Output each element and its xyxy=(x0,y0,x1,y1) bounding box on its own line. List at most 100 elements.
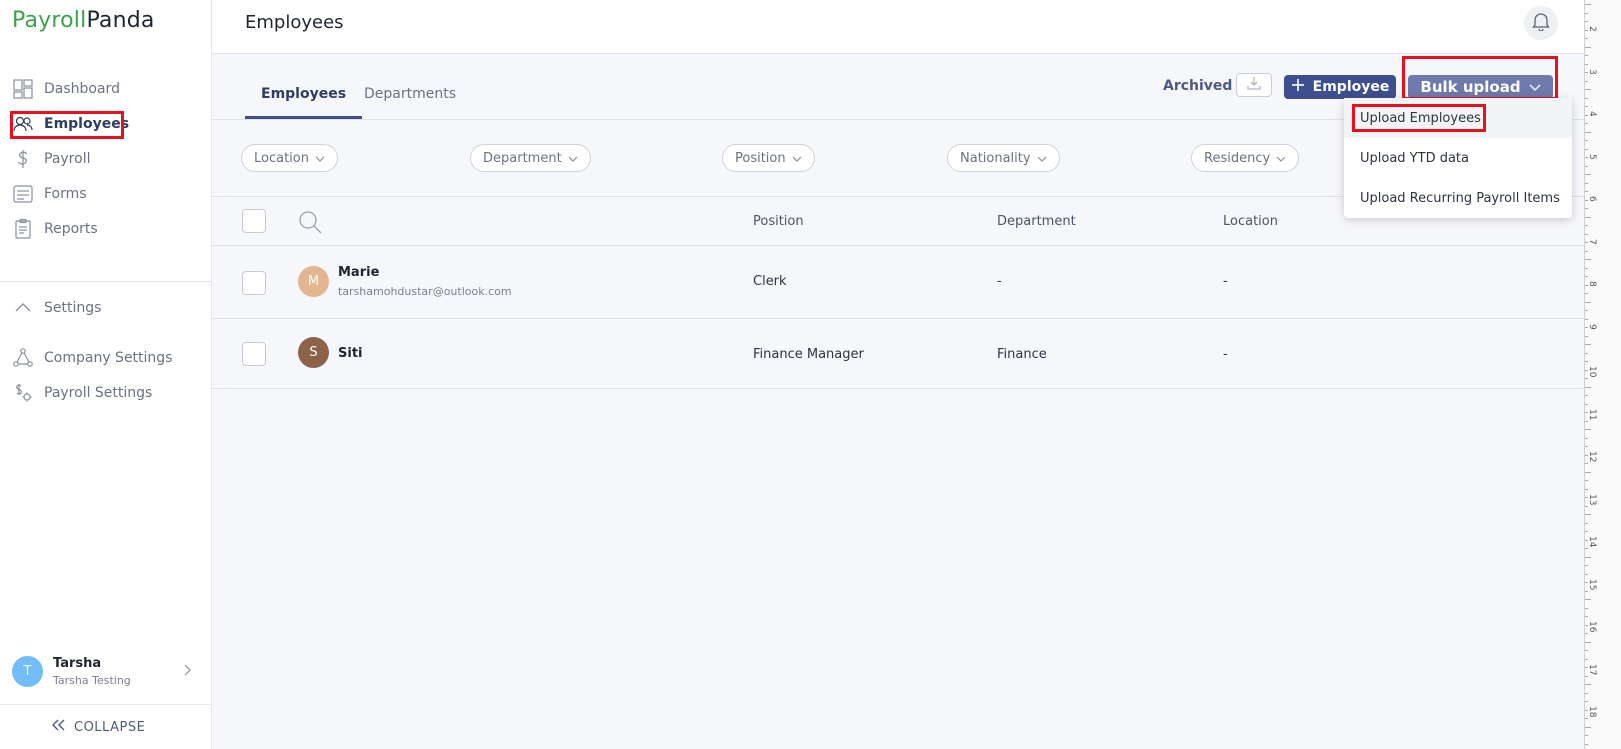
ruler-tick xyxy=(1585,573,1588,575)
employee-position: Finance Manager xyxy=(753,347,864,362)
collapse-button[interactable]: COLLAPSE xyxy=(52,719,145,735)
avatar: S xyxy=(298,337,329,368)
table-row[interactable]: M Marie tarshamohdustar@outlook.com Cler… xyxy=(212,246,1584,319)
ruler-tick xyxy=(1585,361,1588,362)
menu-item-upload-ytd[interactable]: Upload YTD data xyxy=(1344,138,1572,178)
ruler-tick xyxy=(1585,327,1588,328)
ruler-tick xyxy=(1585,89,1591,90)
employee-name[interactable]: Marie xyxy=(338,265,379,280)
ruler-tick xyxy=(1585,514,1591,515)
ruler-label: 10 xyxy=(1587,366,1597,378)
tab-departments[interactable]: Departments xyxy=(364,86,456,116)
ruler-tick xyxy=(1585,29,1588,31)
sidebar-item-dashboard[interactable]: Dashboard xyxy=(12,76,120,102)
filter-position[interactable]: Position xyxy=(722,144,815,172)
ruler-tick xyxy=(1585,191,1588,192)
ruler-tick xyxy=(1585,701,1588,702)
sidebar-item-label: Forms xyxy=(44,186,87,202)
menu-item-label: Upload YTD data xyxy=(1360,150,1469,166)
row-checkbox[interactable] xyxy=(242,271,266,295)
forms-icon xyxy=(12,183,34,205)
ruler-tick xyxy=(1585,140,1588,141)
ruler-tick xyxy=(1585,429,1591,430)
sidebar-item-label: Dashboard xyxy=(44,81,120,97)
ruler-tick xyxy=(1585,599,1591,600)
ruler-tick xyxy=(1585,726,1591,728)
dashboard-icon xyxy=(12,78,34,100)
ruler-tick xyxy=(1585,344,1591,345)
filter-label: Department xyxy=(483,150,562,166)
notifications-button[interactable] xyxy=(1524,6,1558,40)
sidebar-item-reports[interactable]: Reports xyxy=(12,216,98,242)
ruler-label: 5 xyxy=(1587,153,1597,160)
column-header-position[interactable]: Position xyxy=(753,214,804,229)
search-icon[interactable] xyxy=(297,209,323,239)
menu-item-upload-recurring[interactable]: Upload Recurring Payroll Items xyxy=(1344,178,1572,218)
logo-part1: Payroll xyxy=(12,8,87,33)
ruler-tick xyxy=(1585,208,1588,209)
ruler-tick xyxy=(1585,267,1588,269)
double-chevron-left-icon xyxy=(52,719,66,735)
select-all-checkbox[interactable] xyxy=(242,209,266,233)
ruler-tick xyxy=(1585,46,1591,48)
column-header-location[interactable]: Location xyxy=(1223,214,1278,229)
archived-link[interactable]: Archived xyxy=(1163,78,1232,94)
filter-department[interactable]: Department xyxy=(470,144,591,172)
ruler-label: 14 xyxy=(1587,536,1597,548)
employee-location: - xyxy=(1223,347,1228,362)
sidebar-item-payroll[interactable]: Payroll xyxy=(12,146,90,172)
tab-employees[interactable]: Employees xyxy=(245,86,363,119)
ruler-tick xyxy=(1585,242,1588,243)
sidebar-divider xyxy=(0,281,212,282)
sidebar-item-company-settings[interactable]: Company Settings xyxy=(12,345,172,371)
column-header-department[interactable]: Department xyxy=(997,214,1076,229)
ruler-tick xyxy=(1585,259,1591,260)
ruler-tick xyxy=(1585,12,1588,14)
ruler-tick xyxy=(1585,123,1588,124)
ruler-tick xyxy=(1585,675,1588,677)
chevron-down-icon xyxy=(1276,151,1286,166)
employee-name[interactable]: Siti xyxy=(338,346,363,361)
app-logo[interactable]: PayrollPanda xyxy=(12,8,155,33)
ruler-tick xyxy=(1585,114,1588,116)
ruler-tick xyxy=(1585,497,1588,498)
employee-department: - xyxy=(997,274,1002,289)
ruler-tick xyxy=(1585,199,1588,201)
ruler-label: 8 xyxy=(1587,281,1597,287)
ruler-tick xyxy=(1585,395,1588,396)
row-checkbox[interactable] xyxy=(242,342,266,366)
ruler-tick xyxy=(1585,165,1588,167)
ruler-tick xyxy=(1585,667,1588,668)
chevron-up-icon xyxy=(12,297,34,319)
sidebar-item-label: Company Settings xyxy=(44,350,173,366)
download-button[interactable] xyxy=(1236,73,1272,97)
ruler-tick xyxy=(1585,539,1588,541)
chevron-right-icon xyxy=(182,662,192,681)
ruler-tick xyxy=(1585,446,1588,447)
ruler-tick xyxy=(1585,480,1588,481)
menu-item-label: Upload Recurring Payroll Items xyxy=(1360,190,1560,206)
sidebar-item-payroll-settings[interactable]: Payroll Settings xyxy=(12,380,152,406)
highlight-bulk-upload xyxy=(1402,56,1558,100)
add-employee-button[interactable]: Employee xyxy=(1284,75,1396,99)
table-row[interactable]: S Siti Finance Manager Finance - xyxy=(212,319,1584,389)
filter-label: Residency xyxy=(1204,150,1271,166)
filter-residency[interactable]: Residency xyxy=(1191,144,1300,172)
sidebar-item-forms[interactable]: Forms xyxy=(12,181,87,207)
ruler-label: 6 xyxy=(1587,196,1597,202)
collapse-label: COLLAPSE xyxy=(74,719,146,735)
filter-nationality[interactable]: Nationality xyxy=(947,144,1060,172)
ruler-label: 11 xyxy=(1587,408,1597,420)
ruler-label: 4 xyxy=(1587,111,1597,117)
ruler-label: 9 xyxy=(1587,323,1597,330)
plus-icon xyxy=(1291,78,1305,96)
ruler-tick xyxy=(1585,590,1588,592)
filter-location[interactable]: Location xyxy=(241,144,338,172)
user-profile[interactable]: T Tarsha Tarsha Testing xyxy=(12,656,192,687)
ruler-tick xyxy=(1585,72,1588,73)
ruler-label: 15 xyxy=(1587,578,1597,590)
user-name: Tarsha xyxy=(53,656,102,671)
sidebar-settings-toggle[interactable]: Settings xyxy=(12,295,101,321)
company-settings-icon xyxy=(12,347,34,369)
ruler-tick xyxy=(1585,471,1591,473)
